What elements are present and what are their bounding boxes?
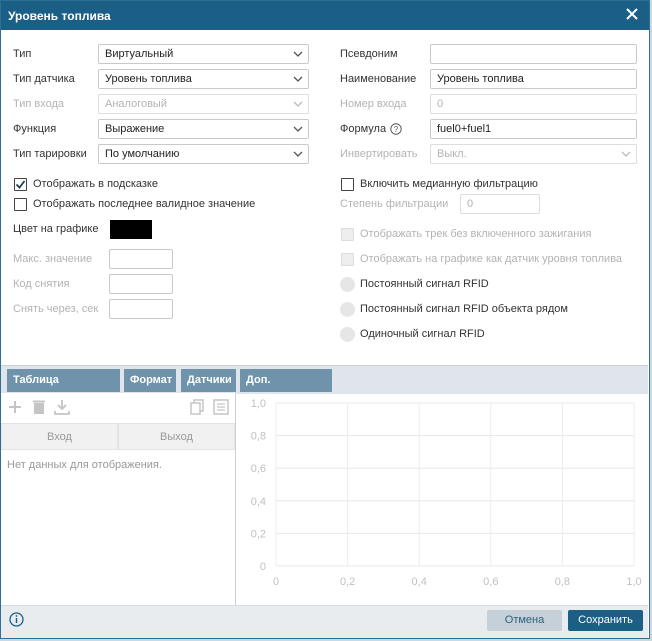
function-value: Выражение — [105, 123, 165, 135]
x-tick-label: 0,6 — [483, 576, 498, 588]
sensor-type-value: Уровень топлива — [105, 73, 192, 85]
y-tick-label: 0 — [260, 561, 266, 573]
close-icon[interactable] — [623, 5, 641, 23]
input-number-label: Номер входа — [340, 98, 407, 110]
x-tick-label: 0,4 — [412, 576, 427, 588]
sensor-type-select[interactable]: Уровень топлива — [98, 69, 309, 89]
rfid-constant-label: Постоянный сигнал RFID — [360, 278, 489, 290]
chart-as-fuel-label: Отображать на графике как датчик уровня … — [360, 253, 623, 265]
chevron-down-icon — [293, 126, 303, 132]
invert-label: Инвертировать — [340, 148, 418, 160]
calibration-chart: 0 0,2 0,4 0,6 0,8 1,0 0 0,2 0,4 0,6 0,8 1,0 — [251, 398, 642, 588]
rfid-single-radio[interactable] — [340, 327, 355, 342]
empty-table-text: Нет данных для отображения. — [7, 459, 162, 471]
x-tick-label: 0,2 — [340, 576, 355, 588]
y-tick-label: 1,0 — [251, 398, 266, 410]
show-in-tooltip-checkbox[interactable] — [14, 178, 27, 191]
rfid-single-label: Одиночный сигнал RFID — [360, 328, 485, 340]
add-icon[interactable] — [6, 398, 24, 416]
checkmark-icon — [15, 180, 26, 189]
cancel-button[interactable]: Отмена — [487, 610, 562, 631]
calibration-type-value: По умолчанию — [105, 148, 180, 160]
name-label: Наименование — [340, 73, 417, 85]
chevron-down-icon — [293, 101, 303, 107]
rfid-constant-nearby-radio[interactable] — [340, 302, 355, 317]
x-tick-label: 0 — [273, 576, 279, 588]
tab-sensors[interactable]: Датчики — [181, 369, 236, 392]
delete-icon[interactable] — [30, 398, 48, 416]
input-type-select[interactable]: Аналоговый — [98, 94, 309, 114]
track-without-ignition-label: Отображать трек без включенного зажигани… — [360, 228, 592, 240]
max-value-label: Макс. значение — [13, 253, 93, 265]
chevron-down-icon — [293, 76, 303, 82]
show-last-valid-label: Отображать последнее валидное значение — [33, 198, 256, 210]
y-tick-label: 0,2 — [251, 528, 266, 540]
chevron-down-icon — [293, 151, 303, 157]
x-tick-label: 0,8 — [555, 576, 570, 588]
formula-input[interactable]: fuel0+fuel1 — [430, 119, 637, 139]
input-type-label: Тип входа — [13, 98, 65, 110]
help-icon[interactable]: ? — [390, 123, 402, 135]
copy-icon[interactable] — [188, 398, 206, 416]
chevron-down-icon — [293, 51, 303, 57]
remove-after-label: Снять через, сек — [13, 303, 99, 315]
calibration-type-label: Тип тарировки — [13, 148, 87, 160]
column-header-output[interactable]: Выход — [118, 423, 235, 450]
name-input[interactable]: Уровень топлива — [430, 69, 637, 89]
removal-code-input[interactable] — [109, 274, 173, 294]
y-tick-label: 0,6 — [251, 463, 266, 475]
function-select[interactable]: Выражение — [98, 119, 309, 139]
tab-extra-settings[interactable]: Доп. настройки — [240, 369, 332, 409]
input-number-input[interactable]: 0 — [430, 94, 637, 114]
function-label: Функция — [13, 123, 57, 135]
rfid-constant-radio[interactable] — [340, 277, 355, 292]
invert-value: Выкл. — [437, 148, 467, 160]
x-tick-label: 1,0 — [626, 576, 641, 588]
type-select[interactable]: Виртуальный — [98, 44, 309, 64]
filter-degree-label: Степень фильтрации — [340, 198, 449, 210]
column-header-input[interactable]: Вход — [1, 423, 118, 450]
dialog-title: Уровень топлива — [8, 9, 111, 23]
filter-degree-input[interactable]: 0 — [460, 194, 540, 214]
show-last-valid-checkbox[interactable] — [14, 198, 27, 211]
remove-after-input[interactable] — [109, 299, 173, 319]
chart-color-label: Цвет на графике — [13, 223, 99, 235]
dialog-titlebar: Уровень топлива — [1, 1, 649, 30]
chart-color-swatch[interactable] — [110, 220, 152, 239]
tab-format[interactable]: Формат — [124, 369, 176, 392]
max-value-input[interactable] — [109, 249, 173, 269]
tab-calibration-table[interactable]: Таблица тарировки — [7, 369, 120, 409]
alias-input[interactable] — [430, 44, 637, 64]
y-tick-label: 0,4 — [251, 496, 266, 508]
input-type-value: Аналоговый — [105, 98, 167, 110]
save-button[interactable]: Сохранить — [568, 610, 643, 631]
calibration-type-select[interactable]: По умолчанию — [98, 144, 309, 164]
alias-label: Псевдоним — [340, 48, 398, 60]
formula-label: Формула — [340, 123, 387, 135]
median-filter-checkbox[interactable] — [341, 178, 354, 191]
show-in-tooltip-label: Отображать в подсказке — [33, 178, 158, 190]
list-icon[interactable] — [212, 398, 230, 416]
track-without-ignition-checkbox[interactable] — [341, 228, 354, 241]
chart-as-fuel-checkbox[interactable] — [341, 253, 354, 266]
removal-code-label: Код снятия — [13, 278, 70, 290]
invert-select[interactable]: Выкл. — [430, 144, 637, 164]
svg-text:?: ? — [394, 125, 399, 134]
median-filter-label: Включить медианную фильтрацию — [360, 178, 538, 190]
chevron-down-icon — [621, 151, 631, 157]
info-icon[interactable] — [9, 612, 24, 627]
type-label: Тип — [13, 48, 32, 60]
sensor-type-label: Тип датчика — [13, 73, 75, 85]
import-icon[interactable] — [53, 398, 71, 416]
y-tick-label: 0,8 — [251, 431, 266, 443]
type-value: Виртуальный — [105, 48, 174, 60]
rfid-constant-nearby-label: Постоянный сигнал RFID объекта рядом — [360, 303, 568, 315]
